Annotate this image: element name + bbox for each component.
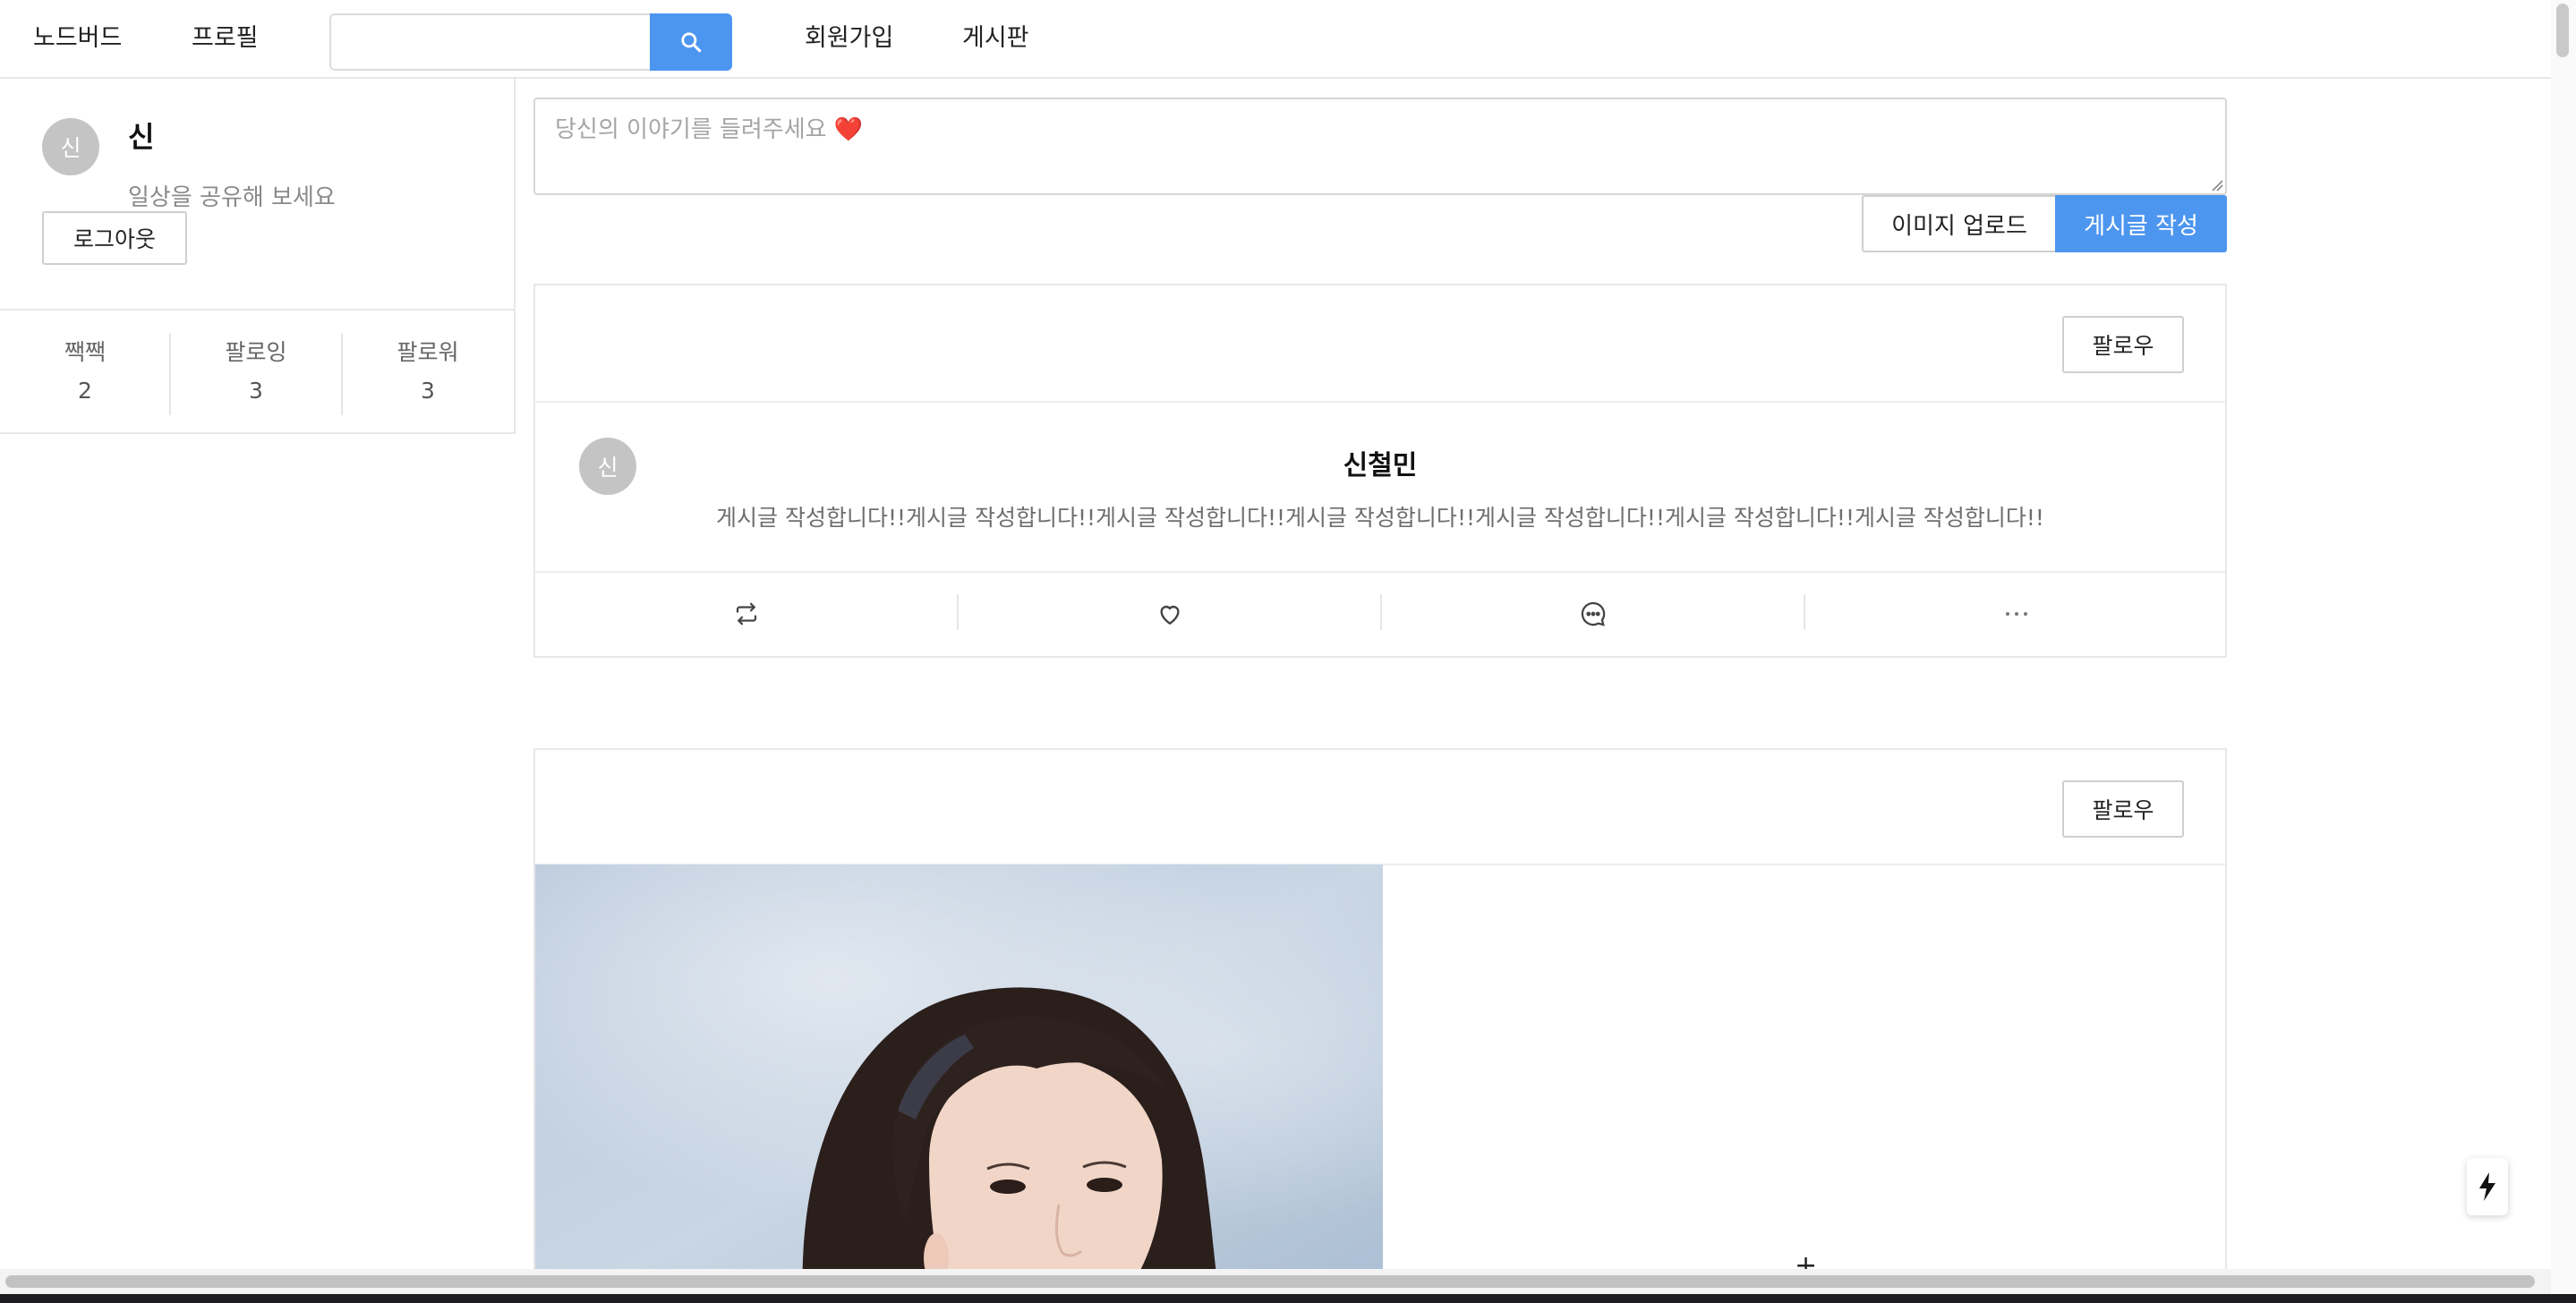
- card-actions-divider: [535, 571, 2225, 573]
- like-button[interactable]: [959, 591, 1381, 637]
- nav-brand-link[interactable]: 노드버드: [33, 0, 122, 77]
- more-icon: [2006, 612, 2027, 616]
- stat-label: 팔로잉: [225, 339, 287, 365]
- stat-value: 2: [78, 378, 92, 404]
- nav-signup-link[interactable]: 회원가입: [805, 0, 893, 77]
- post-textarea-placeholder: 당신의 이야기를 들려주세요 ❤️: [555, 111, 863, 144]
- retweet-button[interactable]: [535, 591, 958, 637]
- search-icon: [681, 32, 702, 53]
- submit-post-button[interactable]: 게시글 작성: [2055, 195, 2227, 252]
- stat-value: 3: [249, 378, 263, 404]
- lightning-icon: [2479, 1172, 2495, 1201]
- post-image[interactable]: [535, 864, 1383, 1303]
- stat-followers[interactable]: 팔로워 3: [343, 335, 513, 404]
- comment-icon: [1581, 601, 1606, 626]
- post-content: 게시글 작성합니다!!게시글 작성합니다!!게시글 작성합니다!!게시글 작성합…: [716, 505, 2044, 531]
- nav-profile-link[interactable]: 프로필: [192, 0, 259, 77]
- floating-lightning-button[interactable]: [2467, 1158, 2508, 1215]
- vertical-scrollbar-thumb[interactable]: [2556, 4, 2569, 57]
- post-card: 팔로우 신 신철민 게시글 작성합니다!!게시글 작성합니다!!게시글 작성합니…: [533, 284, 2227, 658]
- stat-label: 짹짹: [64, 339, 106, 365]
- stat-tweets[interactable]: 짹짹 2: [0, 335, 170, 404]
- search-button[interactable]: [650, 13, 732, 71]
- stat-label: 팔로워: [397, 339, 459, 365]
- more-button[interactable]: [1805, 591, 2228, 637]
- comment-button[interactable]: [1382, 591, 1804, 637]
- post-card: 팔로우: [533, 748, 2227, 1303]
- nav-board-link[interactable]: 게시판: [962, 0, 1029, 77]
- stat-value: 3: [421, 378, 435, 404]
- top-nav: 노드버드 프로필 회원가입 게시판: [0, 0, 2551, 79]
- search-input[interactable]: [329, 13, 652, 71]
- post-photo: [535, 864, 1383, 1303]
- image-upload-button[interactable]: 이미지 업로드: [1862, 195, 2057, 252]
- avatar: 신: [42, 118, 99, 175]
- heart-emoji-icon: ❤️: [833, 116, 864, 143]
- profile-card: 신 신 일상을 공유해 보세요 로그아웃 짹짹 2 팔로잉 3 팔로워 3: [0, 79, 516, 434]
- stat-following[interactable]: 팔로잉 3: [171, 335, 341, 404]
- profile-name: 신: [128, 120, 155, 154]
- post-author[interactable]: 신철민: [535, 443, 2225, 482]
- placeholder-text: 당신의 이야기를 들려주세요: [555, 116, 827, 143]
- follow-button[interactable]: 팔로우: [2062, 780, 2184, 838]
- logout-button[interactable]: 로그아웃: [42, 211, 187, 265]
- vertical-scrollbar[interactable]: [2551, 0, 2576, 1303]
- horizontal-scrollbar-thumb[interactable]: [5, 1275, 2535, 1288]
- window-bottom-edge: [0, 1294, 2576, 1303]
- follow-button[interactable]: 팔로우: [2062, 316, 2184, 373]
- profile-description: 일상을 공유해 보세요: [128, 184, 336, 211]
- retweet-icon: [736, 602, 757, 626]
- stats-divider: [0, 309, 514, 311]
- resize-grip-icon[interactable]: [2211, 179, 2223, 192]
- card-header-divider: [535, 401, 2225, 403]
- heart-icon: [1160, 605, 1180, 626]
